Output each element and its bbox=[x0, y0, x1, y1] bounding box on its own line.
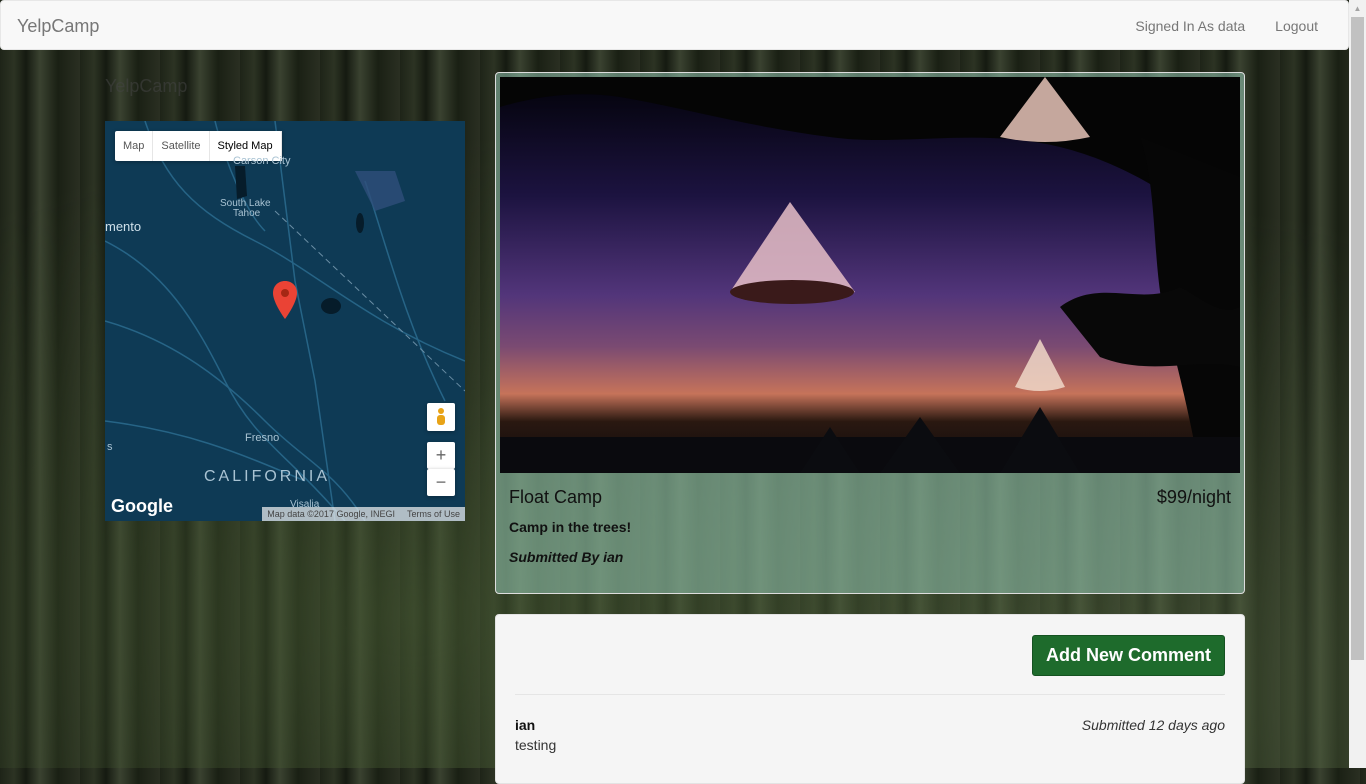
campground-image bbox=[500, 77, 1240, 473]
pegman-icon[interactable] bbox=[427, 403, 455, 431]
map-label-california: CALIFORNIA bbox=[204, 468, 331, 485]
map-label-tahoe: Tahoe bbox=[233, 208, 261, 219]
logout-link[interactable]: Logout bbox=[1275, 18, 1318, 34]
map-roads-svg bbox=[105, 121, 465, 521]
scroll-thumb[interactable] bbox=[1351, 17, 1364, 660]
map-data-text: Map data ©2017 Google, INEGI bbox=[267, 509, 395, 519]
map-type-map[interactable]: Map bbox=[115, 131, 154, 161]
scroll-up-arrow-icon[interactable]: ▲ bbox=[1349, 0, 1366, 17]
map-label-fresno: Fresno bbox=[245, 432, 280, 444]
campground-description: Camp in the trees! bbox=[509, 519, 632, 535]
tree-silhouette-svg bbox=[500, 77, 1240, 473]
signed-in-link[interactable]: Signed In As data bbox=[1135, 18, 1245, 34]
map-type-satellite[interactable]: Satellite bbox=[153, 131, 210, 161]
comment-author: ian bbox=[515, 717, 536, 733]
zoom-out-button[interactable]: − bbox=[427, 469, 455, 496]
sidebar-brand: YelpCamp bbox=[105, 76, 188, 96]
campground-price: $99/night bbox=[1156, 487, 1231, 507]
map-label-s: s bbox=[107, 441, 113, 453]
comments-panel: Add New Comment ian Submitted 12 days ag… bbox=[495, 614, 1245, 784]
zoom-in-button[interactable]: + bbox=[427, 442, 455, 469]
google-logo: Google bbox=[111, 496, 173, 516]
navbar-brand[interactable]: YelpCamp bbox=[17, 16, 99, 37]
map-label-mento: mento bbox=[105, 219, 142, 234]
campground-caption: Float Camp $99/night Camp in the trees! … bbox=[500, 473, 1240, 583]
navbar: YelpCamp Signed In As data Logout bbox=[0, 0, 1349, 50]
map-attribution: Map data ©2017 Google, INEGI Terms of Us… bbox=[262, 507, 465, 521]
navbar-right: Signed In As data Logout bbox=[1135, 18, 1318, 34]
comments-divider bbox=[515, 694, 1225, 695]
comment-text: testing bbox=[515, 737, 557, 753]
campground-name: Float Camp bbox=[509, 487, 603, 507]
campground-thumbnail: Float Camp $99/night Camp in the trees! … bbox=[495, 72, 1245, 594]
map-marker-icon[interactable] bbox=[273, 281, 297, 319]
google-map[interactable]: Map Satellite Styled Map Carson City Sou… bbox=[105, 121, 465, 521]
terms-of-use-link[interactable]: Terms of Use bbox=[407, 509, 460, 519]
add-comment-button[interactable]: Add New Comment bbox=[1031, 635, 1225, 676]
campground-submitted-by: Submitted By ian bbox=[509, 549, 624, 565]
page-scrollbar[interactable]: ▲ bbox=[1349, 0, 1366, 768]
comment-timestamp: Submitted 12 days ago bbox=[1081, 717, 1225, 733]
map-label-carson-city: Carson City bbox=[233, 155, 291, 167]
